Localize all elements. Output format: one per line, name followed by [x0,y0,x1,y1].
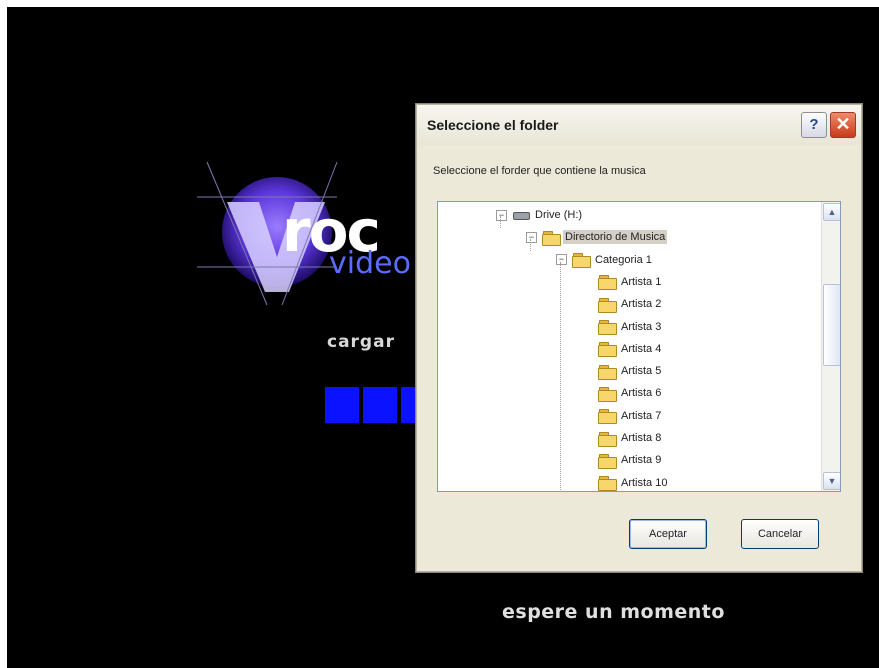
tree-item-artist[interactable]: Artista 10 [598,474,669,491]
tree-item-label: Artista 6 [621,387,662,400]
help-button[interactable]: ? [801,112,827,138]
tree-item-label: Categoria 1 [595,253,652,266]
tree-item[interactable]: − Categoria 1 [556,251,654,269]
progress-block [325,387,359,423]
tree-item-artist[interactable]: Artista 1 [598,273,663,291]
folder-icon [598,409,617,425]
vertical-scrollbar[interactable]: ▲ ▼ [821,202,840,491]
tree-item-label: Artista 9 [621,454,662,467]
scroll-thumb[interactable] [823,284,840,366]
tree-item-artist[interactable]: Artista 5 [598,362,663,380]
close-button[interactable]: ✕ [830,112,856,138]
cancel-button[interactable]: Cancelar [741,519,819,549]
loading-text: cargar [327,332,395,352]
dialog-description: Seleccione el forder que contiene la mus… [433,165,646,177]
folder-icon [598,342,617,358]
tree-item-label: Drive (H:) [535,209,583,221]
tree-item-artist[interactable]: Artista 6 [598,384,663,402]
tree-item-artist[interactable]: Artista 7 [598,407,663,425]
tree-item-label: Directorio de Musica [563,230,668,245]
tree-item-label: Artista 10 [621,476,668,489]
folder-icon [598,297,617,313]
tree-item-label: Artista 2 [621,298,662,311]
tree-item-label: Artista 7 [621,409,662,422]
tree-connector-line [560,262,561,491]
logo-word-video: video [329,246,411,281]
tree-item-artist[interactable]: Artista 3 [598,318,663,336]
tree-item-label: Artista 3 [621,320,662,333]
tree-item-label: Artista 4 [621,342,662,355]
dialog-title: Seleccione el folder [427,117,559,133]
folder-icon [598,320,617,335]
folder-icon [598,431,617,447]
folder-select-dialog: Seleccione el folder ? ✕ Seleccione el f… [416,104,862,572]
tree-item[interactable]: − Drive (H:) [496,206,584,224]
dialog-titlebar[interactable]: Seleccione el folder ? ✕ [417,105,861,145]
folder-icon [598,386,617,402]
tree-item-artist[interactable]: Artista 2 [598,295,663,313]
collapse-toggle-icon[interactable]: − [496,209,507,221]
folder-icon [598,275,617,291]
tree-item-artist[interactable]: Artista 8 [598,429,663,447]
folder-icon [598,364,617,380]
folder-icon [572,253,591,269]
folder-tree[interactable]: − Drive (H:) − Directorio de Musica − Categor… [437,201,841,492]
tree-item-artist[interactable]: Artista 4 [598,340,663,358]
wait-message: espere un momento [502,601,725,623]
folder-tree-content: − Drive (H:) − Directorio de Musica − Categor… [438,202,820,491]
tree-connector-line [500,216,501,228]
folder-icon [598,453,617,469]
tree-item-label: Artista 1 [621,275,662,288]
scroll-up-button[interactable]: ▲ [823,203,840,221]
progress-block [363,387,397,423]
tree-item-label: Artista 8 [621,432,662,444]
drive-icon [512,210,530,220]
collapse-toggle-icon[interactable]: − [556,254,567,266]
scroll-down-button[interactable]: ▼ [823,472,840,490]
tree-connector-line [530,239,531,251]
folder-icon [598,476,617,491]
collapse-toggle-icon[interactable]: − [526,231,537,243]
accept-button[interactable]: Aceptar [629,519,707,549]
tree-item-label: Artista 5 [621,365,662,378]
tree-item-artist[interactable]: Artista 9 [598,451,663,469]
tree-item[interactable]: − Directorio de Musica [526,228,668,246]
folder-icon [542,230,561,246]
